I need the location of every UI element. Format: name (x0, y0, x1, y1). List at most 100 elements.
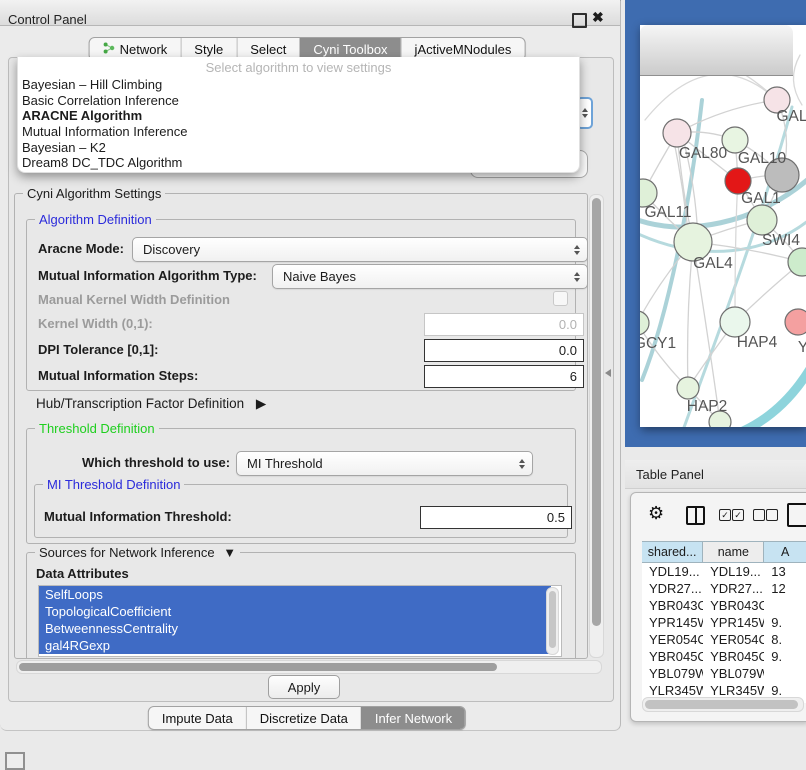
table-cell: YBR045C (642, 648, 703, 665)
hub-definition-toggle[interactable]: Hub/Transcription Factor Definition ▶ (36, 396, 266, 412)
kernel-width-field[interactable]: 0.0 (424, 313, 584, 336)
network-edge[interactable] (640, 323, 688, 388)
table-cell: 8. (764, 631, 806, 648)
table-row[interactable]: YBL079WYBL079W (642, 665, 806, 682)
expand-right-icon[interactable]: ▶ (256, 396, 266, 411)
algorithm-option-aracne-algorithm[interactable]: ARACNE Algorithm (18, 108, 579, 124)
node-label-gal1: GAL1 (741, 190, 781, 207)
table-body: YDL19...YDL19...13YDR27...YDR27...12YBR0… (642, 563, 806, 703)
unchecked-checkbox-icon[interactable] (753, 509, 765, 521)
checked-checkbox-icon[interactable]: ✓ (732, 509, 744, 521)
manual-kernel-checkbox[interactable] (553, 291, 568, 306)
tab-discretize-data[interactable]: Discretize Data (246, 707, 361, 729)
table-cell: 13 (764, 563, 806, 580)
tab-impute-data[interactable]: Impute Data (149, 707, 246, 729)
dpi-tolerance-label: DPI Tolerance [0,1]: (38, 342, 158, 357)
network-canvas[interactable]: GALGAL80GAL10GAL1GAL11SWI4GAL4GCY1HAP4YH… (640, 25, 806, 427)
tab-infer-network[interactable]: Infer Network (361, 707, 465, 729)
collapse-down-icon[interactable]: ▼ (223, 545, 236, 560)
bottom-left-handle[interactable] (5, 752, 25, 770)
table-cell: 9. (764, 614, 806, 631)
node-label-gal10: GAL10 (738, 150, 787, 167)
node-label-gcy1: GCY1 (640, 335, 676, 352)
column-header-name[interactable]: name (703, 541, 764, 563)
mi-steps-field[interactable]: 6 (424, 365, 584, 388)
apply-button[interactable]: Apply (268, 675, 340, 699)
mi-type-label: Mutual Information Algorithm Type: (38, 268, 257, 283)
tab-label: Discretize Data (260, 711, 348, 726)
column-header-shared[interactable]: shared... (642, 541, 703, 563)
node-label-gal: GAL (776, 108, 806, 125)
table-row[interactable]: YDR27...YDR27...12 (642, 580, 806, 597)
node-table: shared...nameA YDL19...YDL19...13YDR27..… (642, 541, 806, 703)
attributes-scrollbar[interactable] (546, 587, 559, 655)
kernel-width-label: Kernel Width (0,1): (38, 316, 153, 331)
algorithm-option-bayesian-hill-climbing[interactable]: Bayesian – Hill Climbing (18, 77, 579, 93)
which-threshold-select[interactable]: MI Threshold (236, 451, 533, 476)
spinner-icon (574, 245, 580, 255)
network-edge[interactable] (728, 355, 806, 427)
settings-vertical-scrollbar[interactable] (589, 194, 604, 658)
table-cell: YBR043C (703, 597, 764, 614)
table-horizontal-scrollbar[interactable] (642, 697, 804, 712)
network-edge[interactable] (793, 55, 802, 105)
network-node[interactable] (747, 205, 777, 235)
algorithm-option-bayesian-k2[interactable]: Bayesian – K2 (18, 140, 579, 156)
settings-horizontal-scrollbar[interactable] (16, 660, 602, 674)
network-node[interactable] (785, 309, 806, 335)
data-attributes-list: SelfLoopsTopologicalCoefficientBetweenne… (38, 585, 562, 657)
table-panel-window: ⚙ ✓ ✓ shared...nameA YDL19...YDL19...13Y… (630, 492, 806, 722)
table-row[interactable]: YPR145WYPR145W9. (642, 614, 806, 631)
attribute-item-selfloops[interactable]: SelfLoops (39, 586, 551, 603)
gear-icon[interactable]: ⚙ (648, 504, 664, 522)
aracne-mode-select[interactable]: Discovery (132, 237, 588, 262)
panel-collapse-icon[interactable] (605, 369, 611, 377)
aracne-mode-label: Aracne Mode: (38, 241, 124, 256)
mi-threshold-group-title: MI Threshold Definition (43, 477, 184, 492)
dpi-tolerance-field[interactable]: 0.0 (424, 339, 584, 362)
algorithm-placeholder: Select algorithm to view settings (18, 57, 579, 77)
sources-title: Sources for Network Inference ▼ (35, 545, 240, 560)
attribute-item-betweennesscentrality[interactable]: BetweennessCentrality (39, 620, 551, 637)
control-panel-titlebar (0, 0, 620, 26)
mi-type-select[interactable]: Naive Bayes (272, 264, 588, 289)
table-row[interactable]: YER054CYER054C8. (642, 631, 806, 648)
checked-checkbox-icon[interactable]: ✓ (719, 509, 731, 521)
attribute-item-gal4rgexp[interactable]: gal4RGexp (39, 637, 551, 654)
document-icon[interactable] (787, 503, 806, 527)
table-row[interactable]: YDL19...YDL19...13 (642, 563, 806, 580)
node-label-gal4: GAL4 (693, 255, 733, 272)
network-node[interactable] (640, 311, 649, 335)
table-panel-header: Table Panel (625, 460, 806, 489)
aracne-mode-value: Discovery (143, 242, 200, 257)
table-cell: YBL079W (642, 665, 703, 682)
algorithm-option-dream8-dc-tdc-algorithm[interactable]: Dream8 DC_TDC Algorithm (18, 155, 579, 171)
float-window-icon[interactable] (572, 13, 587, 28)
network-edge[interactable] (677, 100, 777, 133)
network-node[interactable] (640, 179, 657, 207)
table-row[interactable]: YBR045CYBR045C9. (642, 648, 806, 665)
network-node[interactable] (663, 119, 691, 147)
hub-definition-label: Hub/Transcription Factor Definition (36, 396, 244, 411)
network-window-titlebar[interactable] (640, 25, 793, 76)
node-label-hap4: HAP4 (737, 334, 778, 351)
network-edge[interactable] (688, 242, 693, 388)
network-edge[interactable] (645, 74, 777, 120)
close-icon[interactable]: ✖ (592, 9, 604, 26)
tab-label: Cyni Toolbox (313, 42, 387, 57)
table-cell: YDL19... (703, 563, 764, 580)
column-header-a[interactable]: A (764, 541, 806, 563)
table-header-row: shared...nameA (642, 541, 806, 563)
algorithm-option-mutual-information-inference[interactable]: Mutual Information Inference (18, 124, 579, 140)
algorithm-option-basic-correlation-inference[interactable]: Basic Correlation Inference (18, 93, 579, 109)
table-cell: 12 (764, 580, 806, 597)
network-node[interactable] (720, 307, 750, 337)
control-panel-title: Control Panel (8, 12, 87, 27)
attribute-item-topologicalcoefficient[interactable]: TopologicalCoefficient (39, 603, 551, 620)
node-label-swi4: SWI4 (762, 232, 800, 249)
unchecked-checkbox-icon[interactable] (766, 509, 778, 521)
network-node[interactable] (677, 377, 699, 399)
table-row[interactable]: YBR043CYBR043C (642, 597, 806, 614)
mi-threshold-field[interactable]: 0.5 (420, 506, 572, 529)
split-panes-icon[interactable] (686, 506, 705, 525)
